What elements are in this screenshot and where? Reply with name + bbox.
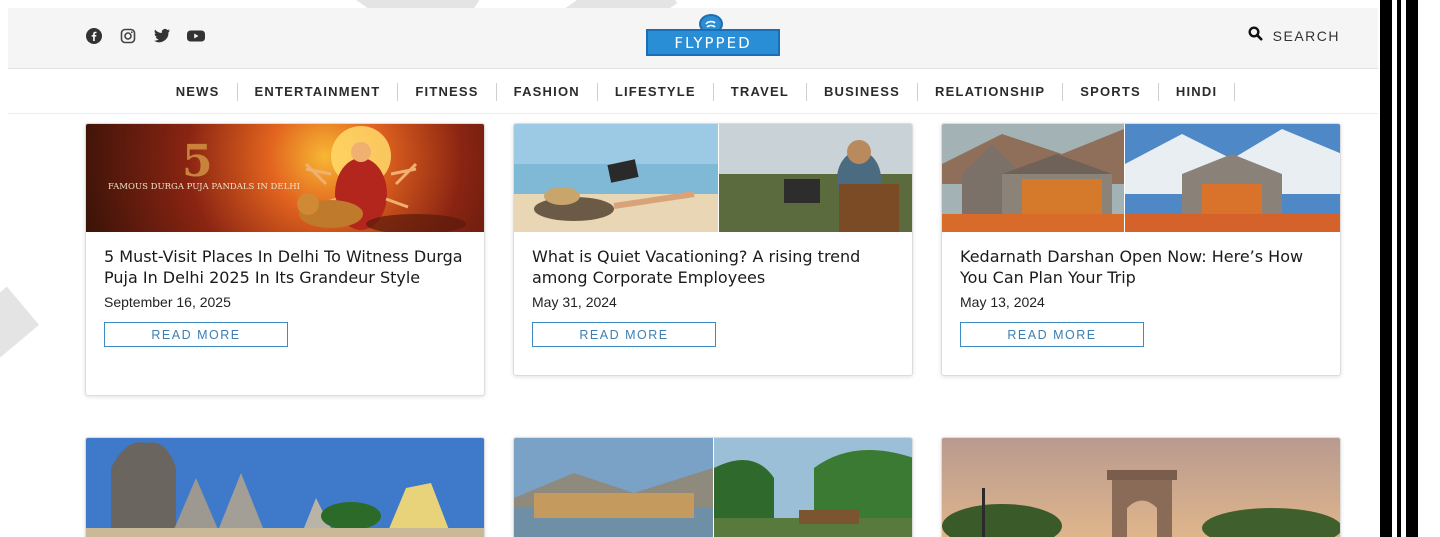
nav-item-fitness[interactable]: FITNESS [398, 82, 497, 101]
article-card: 5 FAMOUS DURGA PUJA PANDALS IN DELHI 5 M… [85, 123, 485, 396]
nav-item-fashion[interactable]: FASHION [497, 82, 598, 101]
article-thumbnail[interactable] [514, 438, 912, 537]
thumbnail-caption: FAMOUS DURGA PUJA PANDALS IN DELHI [108, 182, 300, 192]
window-border [1406, 0, 1418, 537]
nav-item-hindi[interactable]: HINDI [1159, 82, 1236, 101]
search-button[interactable]: SEARCH [1248, 26, 1340, 45]
nav-item-sports[interactable]: SPORTS [1063, 82, 1159, 101]
article-title[interactable]: 5 Must-Visit Places In Delhi To Witness … [104, 246, 466, 288]
article-title[interactable]: Kedarnath Darshan Open Now: Here’s How Y… [960, 246, 1322, 288]
nav-item-entertainment[interactable]: ENTERTAINMENT [238, 82, 399, 101]
logo-text: FLYPPED [646, 29, 780, 56]
article-card: Kedarnath Darshan Open Now: Here’s How Y… [941, 123, 1341, 376]
article-thumbnail[interactable]: 5 FAMOUS DURGA PUJA PANDALS IN DELHI [86, 124, 484, 232]
nav-item-news[interactable]: NEWS [159, 82, 238, 101]
nav-item-lifestyle[interactable]: LIFESTYLE [598, 82, 714, 101]
main-nav: NEWS ENTERTAINMENT FITNESS FASHION LIFES… [8, 70, 1378, 114]
article-thumbnail[interactable] [86, 438, 484, 537]
article-thumbnail[interactable] [942, 438, 1340, 537]
article-card [513, 437, 913, 537]
article-date: May 31, 2024 [532, 294, 617, 310]
article-date: September 16, 2025 [104, 294, 231, 310]
window-border [1397, 0, 1401, 537]
article-thumbnail[interactable] [514, 124, 912, 232]
nav-item-business[interactable]: BUSINESS [807, 82, 919, 101]
social-links [84, 26, 206, 46]
page: FLYPPED SEARCH NEWS ENTERTAINMENT FITNES… [0, 0, 1378, 537]
thumbnail-number: 5 [182, 136, 213, 187]
nav-item-relationship[interactable]: RELATIONSHIP [918, 82, 1064, 101]
read-more-button[interactable]: READ MORE [532, 322, 716, 347]
twitter-icon[interactable] [152, 26, 172, 46]
instagram-icon[interactable] [118, 26, 138, 46]
article-date: May 13, 2024 [960, 294, 1045, 310]
window-border [1380, 0, 1392, 537]
article-title[interactable]: What is Quiet Vacationing? A rising tren… [532, 246, 894, 288]
read-more-button[interactable]: READ MORE [104, 322, 288, 347]
nav-item-travel[interactable]: TRAVEL [714, 82, 807, 101]
youtube-icon[interactable] [186, 26, 206, 46]
site-logo[interactable]: FLYPPED [646, 14, 780, 56]
read-more-button[interactable]: READ MORE [960, 322, 1144, 347]
top-bar: FLYPPED SEARCH [8, 8, 1378, 69]
article-thumbnail[interactable] [942, 124, 1340, 232]
article-card [941, 437, 1341, 537]
article-card: What is Quiet Vacationing? A rising tren… [513, 123, 913, 376]
search-icon [1248, 26, 1263, 45]
article-card [85, 437, 485, 537]
facebook-icon[interactable] [84, 26, 104, 46]
search-label: SEARCH [1272, 27, 1340, 44]
